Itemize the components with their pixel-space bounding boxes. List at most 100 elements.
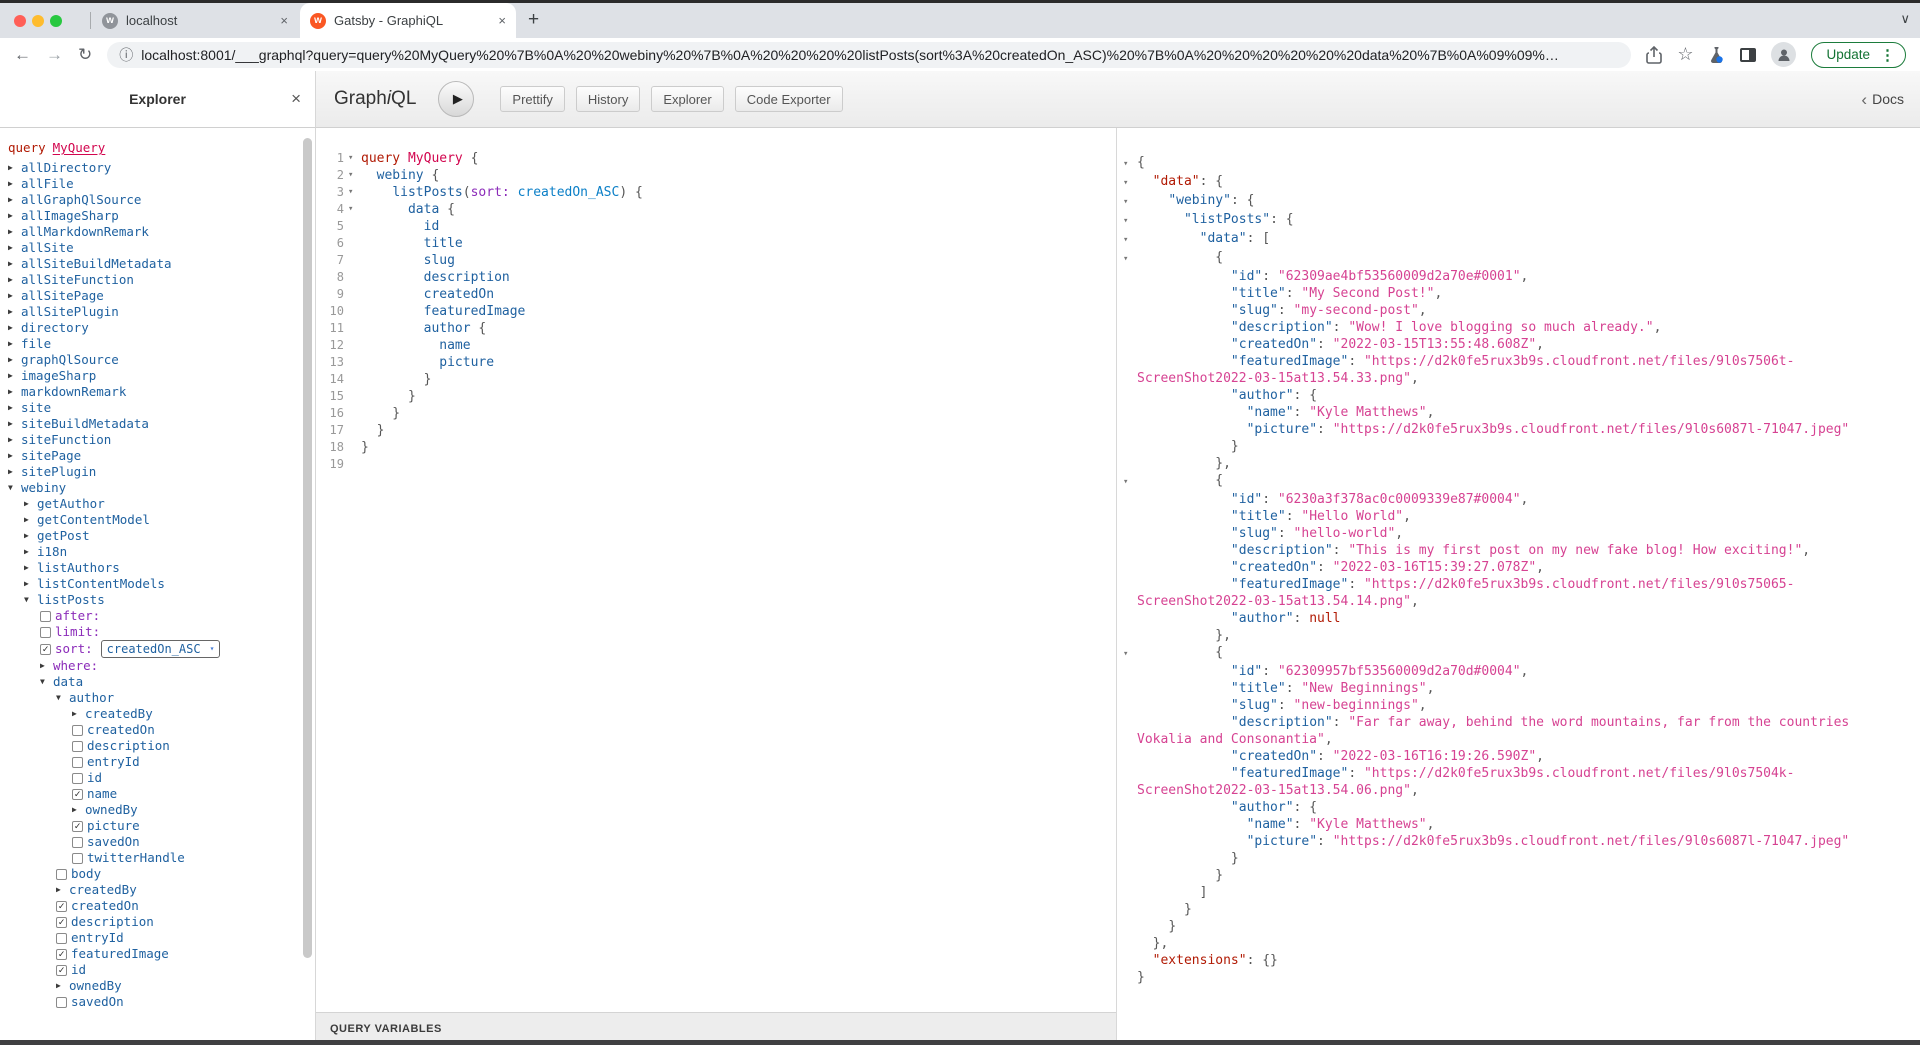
- checkbox-unchecked[interactable]: [56, 997, 67, 1008]
- prettify-button[interactable]: Prettify: [500, 86, 564, 112]
- checkbox-unchecked[interactable]: [72, 741, 83, 752]
- checkbox-checked[interactable]: ✓: [56, 901, 67, 912]
- fold-icon[interactable]: ▾: [1123, 154, 1137, 173]
- triangle-expanded-icon[interactable]: ▼: [40, 674, 53, 690]
- checkbox-unchecked[interactable]: [72, 837, 83, 848]
- operation-row[interactable]: query MyQuery: [0, 140, 315, 156]
- triangle-collapsed-icon[interactable]: ▶: [8, 176, 21, 192]
- experiments-flask-icon[interactable]: [1708, 46, 1725, 64]
- explorer-row-getContentModel[interactable]: ▶getContentModel: [0, 512, 315, 528]
- explorer-row-sort[interactable]: ✓sort:createdOn_ASC▾: [0, 640, 315, 658]
- explorer-row-allMarkdownRemark[interactable]: ▶allMarkdownRemark: [0, 224, 315, 240]
- checkbox-checked[interactable]: ✓: [56, 949, 67, 960]
- fold-icon[interactable]: ▾: [348, 201, 361, 218]
- editor-line[interactable]: 11 author {: [316, 320, 1116, 337]
- history-button[interactable]: History: [576, 86, 640, 112]
- checkbox-unchecked[interactable]: [56, 869, 67, 880]
- explorer-row-allSiteBuildMetadata[interactable]: ▶allSiteBuildMetadata: [0, 256, 315, 272]
- share-icon[interactable]: [1646, 46, 1662, 64]
- editor-line[interactable]: 14 }: [316, 371, 1116, 388]
- explorer-row-author[interactable]: ▼author: [0, 690, 315, 706]
- editor-line[interactable]: 4▾ data {: [316, 201, 1116, 218]
- editor-line[interactable]: 17 }: [316, 422, 1116, 439]
- explorer-row-getAuthor[interactable]: ▶getAuthor: [0, 496, 315, 512]
- checkbox-checked[interactable]: ✓: [56, 917, 67, 928]
- explorer-toggle-button[interactable]: Explorer: [651, 86, 723, 112]
- explorer-row-limit[interactable]: limit:: [0, 624, 315, 640]
- tab-close-icon[interactable]: ×: [498, 13, 506, 28]
- explorer-row-site[interactable]: ▶site: [0, 400, 315, 416]
- code-exporter-button[interactable]: Code Exporter: [735, 86, 843, 112]
- explorer-row-directory[interactable]: ▶directory: [0, 320, 315, 336]
- editor-line[interactable]: 8 description: [316, 269, 1116, 286]
- checkbox-checked[interactable]: ✓: [72, 789, 83, 800]
- triangle-collapsed-icon[interactable]: ▶: [8, 256, 21, 272]
- explorer-row-allDirectory[interactable]: ▶allDirectory: [0, 160, 315, 176]
- triangle-collapsed-icon[interactable]: ▶: [8, 384, 21, 400]
- explorer-row-description[interactable]: ✓description: [0, 914, 315, 930]
- browser-menu-icon[interactable]: ⋮: [1880, 46, 1895, 64]
- explorer-row-where[interactable]: ▶where:: [0, 658, 315, 674]
- triangle-expanded-icon[interactable]: ▼: [8, 480, 21, 496]
- explorer-row-listPosts[interactable]: ▼listPosts: [0, 592, 315, 608]
- explorer-row-entryId[interactable]: entryId: [0, 930, 315, 946]
- url-text[interactable]: localhost:8001/___graphql?query=query%20…: [141, 47, 1619, 63]
- docs-button[interactable]: ‹ Docs: [1861, 91, 1904, 108]
- fold-icon[interactable]: ▾: [348, 184, 361, 201]
- explorer-row-twitterHandle[interactable]: twitterHandle: [0, 850, 315, 866]
- explorer-row-listAuthors[interactable]: ▶listAuthors: [0, 560, 315, 576]
- back-icon[interactable]: ←: [14, 46, 31, 63]
- triangle-collapsed-icon[interactable]: ▶: [72, 802, 85, 818]
- editor-line[interactable]: 3▾ listPosts(sort: createdOn_ASC) {: [316, 184, 1116, 201]
- editor-line[interactable]: 5 id: [316, 218, 1116, 235]
- checkbox-unchecked[interactable]: [72, 757, 83, 768]
- maximize-window-button[interactable]: [50, 15, 62, 27]
- explorer-row-createdOn[interactable]: createdOn: [0, 722, 315, 738]
- fold-icon[interactable]: ▾: [1123, 211, 1137, 230]
- explorer-row-graphQlSource[interactable]: ▶graphQlSource: [0, 352, 315, 368]
- fold-icon[interactable]: ▾: [1123, 644, 1137, 663]
- explorer-row-file[interactable]: ▶file: [0, 336, 315, 352]
- triangle-expanded-icon[interactable]: ▼: [24, 592, 37, 608]
- forward-icon[interactable]: →: [46, 46, 63, 63]
- triangle-collapsed-icon[interactable]: ▶: [72, 706, 85, 722]
- explorer-row-listContentModels[interactable]: ▶listContentModels: [0, 576, 315, 592]
- update-button[interactable]: Update ⋮: [1811, 42, 1906, 68]
- explorer-row-markdownRemark[interactable]: ▶markdownRemark: [0, 384, 315, 400]
- triangle-collapsed-icon[interactable]: ▶: [8, 272, 21, 288]
- page-info-icon[interactable]: ⓘ: [119, 45, 133, 65]
- explorer-row-sitePlugin[interactable]: ▶sitePlugin: [0, 464, 315, 480]
- editor-line[interactable]: 6 title: [316, 235, 1116, 252]
- checkbox-checked[interactable]: ✓: [40, 644, 51, 655]
- explorer-row-allGraphQlSource[interactable]: ▶allGraphQlSource: [0, 192, 315, 208]
- triangle-collapsed-icon[interactable]: ▶: [56, 882, 69, 898]
- triangle-collapsed-icon[interactable]: ▶: [24, 576, 37, 592]
- triangle-collapsed-icon[interactable]: ▶: [24, 512, 37, 528]
- explorer-row-entryId[interactable]: entryId: [0, 754, 315, 770]
- triangle-collapsed-icon[interactable]: ▶: [24, 560, 37, 576]
- triangle-collapsed-icon[interactable]: ▶: [8, 208, 21, 224]
- fold-icon[interactable]: ▾: [348, 167, 361, 184]
- reload-icon[interactable]: ↻: [78, 46, 92, 63]
- triangle-collapsed-icon[interactable]: ▶: [8, 464, 21, 480]
- explorer-row-picture[interactable]: ✓picture: [0, 818, 315, 834]
- new-tab-button[interactable]: +: [528, 9, 539, 31]
- triangle-collapsed-icon[interactable]: ▶: [8, 416, 21, 432]
- fold-icon[interactable]: ▾: [1123, 249, 1137, 268]
- explorer-row-featuredImage[interactable]: ✓featuredImage: [0, 946, 315, 962]
- tab-gatsby-graphiql[interactable]: w Gatsby - GraphiQL ×: [300, 3, 516, 38]
- explorer-row-savedOn[interactable]: savedOn: [0, 834, 315, 850]
- query-editor[interactable]: 1▾query MyQuery {2▾ webiny {3▾ listPosts…: [316, 128, 1116, 1012]
- explorer-row-siteFunction[interactable]: ▶siteFunction: [0, 432, 315, 448]
- explorer-row-body[interactable]: body: [0, 866, 315, 882]
- checkbox-unchecked[interactable]: [56, 933, 67, 944]
- triangle-collapsed-icon[interactable]: ▶: [8, 368, 21, 384]
- sort-select[interactable]: createdOn_ASC▾: [101, 640, 221, 658]
- explorer-row-webiny[interactable]: ▼webiny: [0, 480, 315, 496]
- profile-avatar[interactable]: [1771, 42, 1796, 67]
- triangle-collapsed-icon[interactable]: ▶: [40, 658, 53, 674]
- url-bar[interactable]: ⓘ localhost:8001/___graphql?query=query%…: [107, 42, 1631, 68]
- explorer-row-createdBy[interactable]: ▶createdBy: [0, 706, 315, 722]
- explorer-row-allSite[interactable]: ▶allSite: [0, 240, 315, 256]
- explorer-row-name[interactable]: ✓name: [0, 786, 315, 802]
